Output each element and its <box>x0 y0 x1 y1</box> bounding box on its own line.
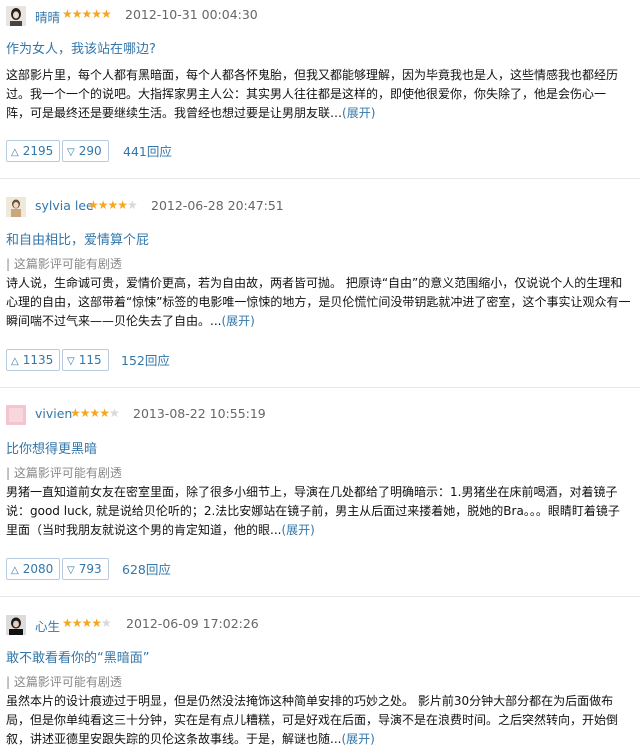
upvote-button[interactable]: △ 1135 <box>6 349 61 371</box>
username[interactable]: 晴晴 <box>35 7 60 26</box>
upvote-button[interactable]: △ 2080 <box>6 558 61 580</box>
down-arrow-icon: ▽ <box>67 565 75 576</box>
review-body: 这部影片里，每个人都有黑暗面，每个人都各怀鬼胎，但我又都能够理解，因为毕竟我也是… <box>6 68 619 120</box>
up-arrow-icon: △ <box>11 565 19 576</box>
avatar[interactable] <box>6 405 26 425</box>
review-title[interactable]: 和自由相比，爱情算个屁 <box>6 229 149 248</box>
expand-link[interactable]: (展开) <box>342 106 375 120</box>
divider <box>0 387 640 388</box>
upvote-button[interactable]: △ 2195 <box>6 140 61 162</box>
up-arrow-icon: △ <box>11 356 19 367</box>
review-timestamp: 2012-10-31 00:04:30 <box>125 7 258 22</box>
divider <box>0 178 640 179</box>
reply-count-link[interactable]: 441回应 <box>123 141 172 160</box>
review-title[interactable]: 敢不敢看看你的“黑暗面” <box>6 647 149 666</box>
rating-stars: ★★★★★ <box>62 616 112 630</box>
review-body: 男猪一直知道前女友在密室里面，除了很多小细节上，导演在几处都给了明确暗示：1.男… <box>6 485 620 537</box>
downvote-button[interactable]: ▽ 290 <box>62 140 109 162</box>
reply-count-link[interactable]: 628回应 <box>122 559 171 578</box>
downvote-button[interactable]: ▽ 115 <box>62 349 109 371</box>
username[interactable]: 心生 <box>35 616 60 635</box>
spoiler-warning: | 这篇影评可能有剧透 <box>6 466 122 480</box>
review-title[interactable]: 比你想得更黑暗 <box>6 438 97 457</box>
review-timestamp: 2013-08-22 10:55:19 <box>133 406 266 421</box>
review-title[interactable]: 作为女人，我该站在哪边? <box>6 38 156 57</box>
review-body: 虽然本片的设计痕迹过于明显，但是仍然没法掩饰这种简单安排的巧妙之处。 影片前30… <box>6 694 619 746</box>
down-arrow-icon: ▽ <box>67 356 75 367</box>
expand-link[interactable]: (展开) <box>341 732 374 746</box>
expand-link[interactable]: (展开) <box>281 523 314 537</box>
rating-stars: ★★★★★ <box>88 198 138 212</box>
downvote-button[interactable]: ▽ 793 <box>62 558 109 580</box>
review-timestamp: 2012-06-09 17:02:26 <box>126 616 259 631</box>
reply-count-link[interactable]: 152回应 <box>121 350 170 369</box>
rating-stars: ★★★★★ <box>62 7 112 21</box>
avatar[interactable] <box>6 615 26 635</box>
rating-stars: ★★★★★ <box>70 406 120 420</box>
review-body: 诗人说，生命诚可贵，爱情价更高，若为自由故，两者皆可抛。 把原诗“自由”的意义范… <box>6 276 631 328</box>
avatar[interactable] <box>6 6 26 26</box>
down-arrow-icon: ▽ <box>67 147 75 158</box>
review-timestamp: 2012-06-28 20:47:51 <box>151 198 284 213</box>
expand-link[interactable]: (展开) <box>221 314 254 328</box>
spoiler-warning: | 这篇影评可能有剧透 <box>6 675 122 689</box>
username[interactable]: sylvia lee <box>35 198 94 213</box>
username[interactable]: vivien <box>35 406 72 421</box>
avatar[interactable] <box>6 197 26 217</box>
divider <box>0 596 640 597</box>
up-arrow-icon: △ <box>11 147 19 158</box>
spoiler-warning: | 这篇影评可能有剧透 <box>6 257 122 271</box>
